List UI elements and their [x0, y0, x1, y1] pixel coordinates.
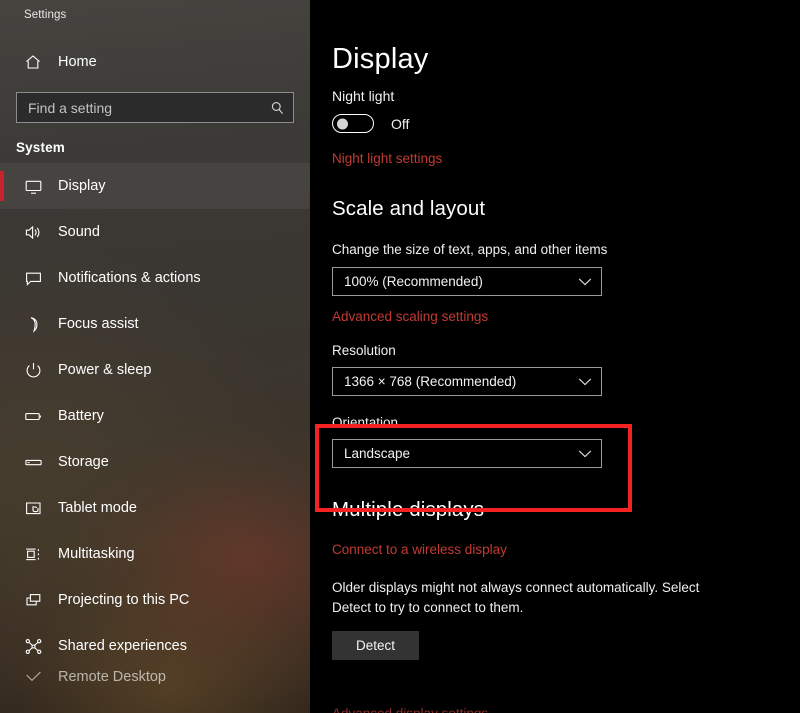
projecting-icon — [16, 591, 50, 610]
resolution-dropdown-value: 1366 × 768 (Recommended) — [344, 374, 517, 390]
night-light-state: Off — [391, 115, 410, 132]
storage-icon — [16, 453, 50, 472]
chevron-down-icon — [578, 377, 592, 386]
navigation-sidebar: Settings Home Find a setting System Disp… — [0, 0, 310, 713]
display-settings-panel: Display Night light Off Night light sett… — [310, 0, 800, 713]
chevron-down-icon — [578, 449, 592, 458]
sidebar-item-multitasking[interactable]: Multitasking — [0, 531, 310, 577]
search-box[interactable] — [16, 92, 294, 123]
sidebar-item-home[interactable]: Home — [0, 43, 310, 81]
connect-wireless-display-link[interactable]: Connect to a wireless display — [332, 542, 507, 557]
sidebar-item-label: Battery — [58, 408, 104, 424]
sidebar-item-label: Sound — [58, 224, 100, 240]
sidebar-item-label: Remote Desktop — [58, 669, 166, 685]
night-light-toggle-row: Off — [332, 114, 800, 134]
tablet-hand-icon — [16, 499, 50, 518]
toggle-knob — [337, 118, 348, 130]
night-light-label: Night light — [332, 88, 395, 105]
multitasking-icon — [16, 545, 50, 564]
scale-dropdown-value: 100% (Recommended) — [344, 274, 483, 290]
advanced-display-settings-link[interactable]: Advanced display settings — [332, 706, 488, 713]
speaker-icon — [16, 223, 50, 242]
power-icon — [16, 361, 50, 380]
sidebar-item-label: Display — [58, 178, 106, 194]
night-light-toggle[interactable] — [332, 114, 374, 134]
sidebar-item-label: Tablet mode — [58, 500, 137, 516]
search-input[interactable] — [17, 93, 293, 122]
sidebar-item-focus-assist[interactable]: Focus assist — [0, 301, 310, 347]
battery-icon — [16, 407, 50, 426]
sidebar-item-notifications-actions[interactable]: Notifications & actions — [0, 255, 310, 301]
multiple-displays-description: Older displays might not always connect … — [332, 580, 700, 616]
sidebar-item-battery[interactable]: Battery — [0, 393, 310, 439]
sidebar-item-projecting-to-this-pc[interactable]: Projecting to this PC — [0, 577, 310, 623]
sidebar-item-label: Notifications & actions — [58, 270, 201, 286]
resolution-dropdown[interactable]: 1366 × 768 (Recommended) — [332, 367, 602, 397]
sidebar-item-power-sleep[interactable]: Power & sleep — [0, 347, 310, 393]
search-container — [0, 81, 310, 123]
sidebar-item-label: Projecting to this PC — [58, 592, 190, 608]
sidebar-item-sound[interactable]: Sound — [0, 209, 310, 255]
multiple-displays-heading: Multiple displays — [332, 498, 485, 522]
sidebar-item-display[interactable]: Display — [0, 163, 310, 209]
monitor-icon — [16, 177, 50, 196]
chevron-down-icon — [578, 277, 592, 286]
scale-field-label: Change the size of text, apps, and other… — [332, 242, 608, 258]
sidebar-item-tablet-mode[interactable]: Tablet mode — [0, 485, 310, 531]
chat-bubble-icon — [16, 269, 50, 288]
share-nodes-icon — [16, 637, 50, 656]
sidebar-group-system: System — [16, 140, 65, 155]
sidebar-item-label: Focus assist — [58, 316, 139, 332]
advanced-scaling-settings-link[interactable]: Advanced scaling settings — [332, 309, 488, 324]
scale-and-layout-heading: Scale and layout — [332, 197, 486, 221]
scale-dropdown[interactable]: 100% (Recommended) — [332, 267, 602, 297]
orientation-dropdown-value: Landscape — [344, 446, 411, 462]
night-light-settings-link[interactable]: Night light settings — [332, 151, 442, 166]
resolution-field-label: Resolution — [332, 343, 396, 359]
sidebar-item-label: Storage — [58, 454, 109, 470]
detect-button[interactable]: Detect — [332, 631, 419, 661]
sidebar-item-home-label: Home — [58, 54, 97, 70]
sidebar-item-remote-desktop[interactable]: Remote Desktop — [0, 669, 310, 685]
sidebar-item-label: Power & sleep — [58, 362, 152, 378]
moon-icon — [16, 315, 50, 334]
orientation-field-label: Orientation — [332, 415, 399, 431]
sidebar-item-label: Multitasking — [58, 546, 135, 562]
sidebar-item-storage[interactable]: Storage — [0, 439, 310, 485]
sidebar-nav-list: Display Sound Notifications & actions Fo… — [0, 163, 310, 685]
sidebar-item-label: Shared experiences — [58, 638, 187, 654]
search-icon[interactable] — [270, 100, 285, 115]
sidebar-item-shared-experiences[interactable]: Shared experiences — [0, 623, 310, 669]
orientation-dropdown[interactable]: Landscape — [332, 439, 602, 469]
page-title: Display — [332, 43, 429, 75]
window-title: Settings — [24, 9, 67, 21]
settings-window: Settings Home Find a setting System Disp… — [0, 0, 800, 713]
home-icon — [16, 53, 50, 71]
remote-desktop-icon — [16, 669, 50, 685]
